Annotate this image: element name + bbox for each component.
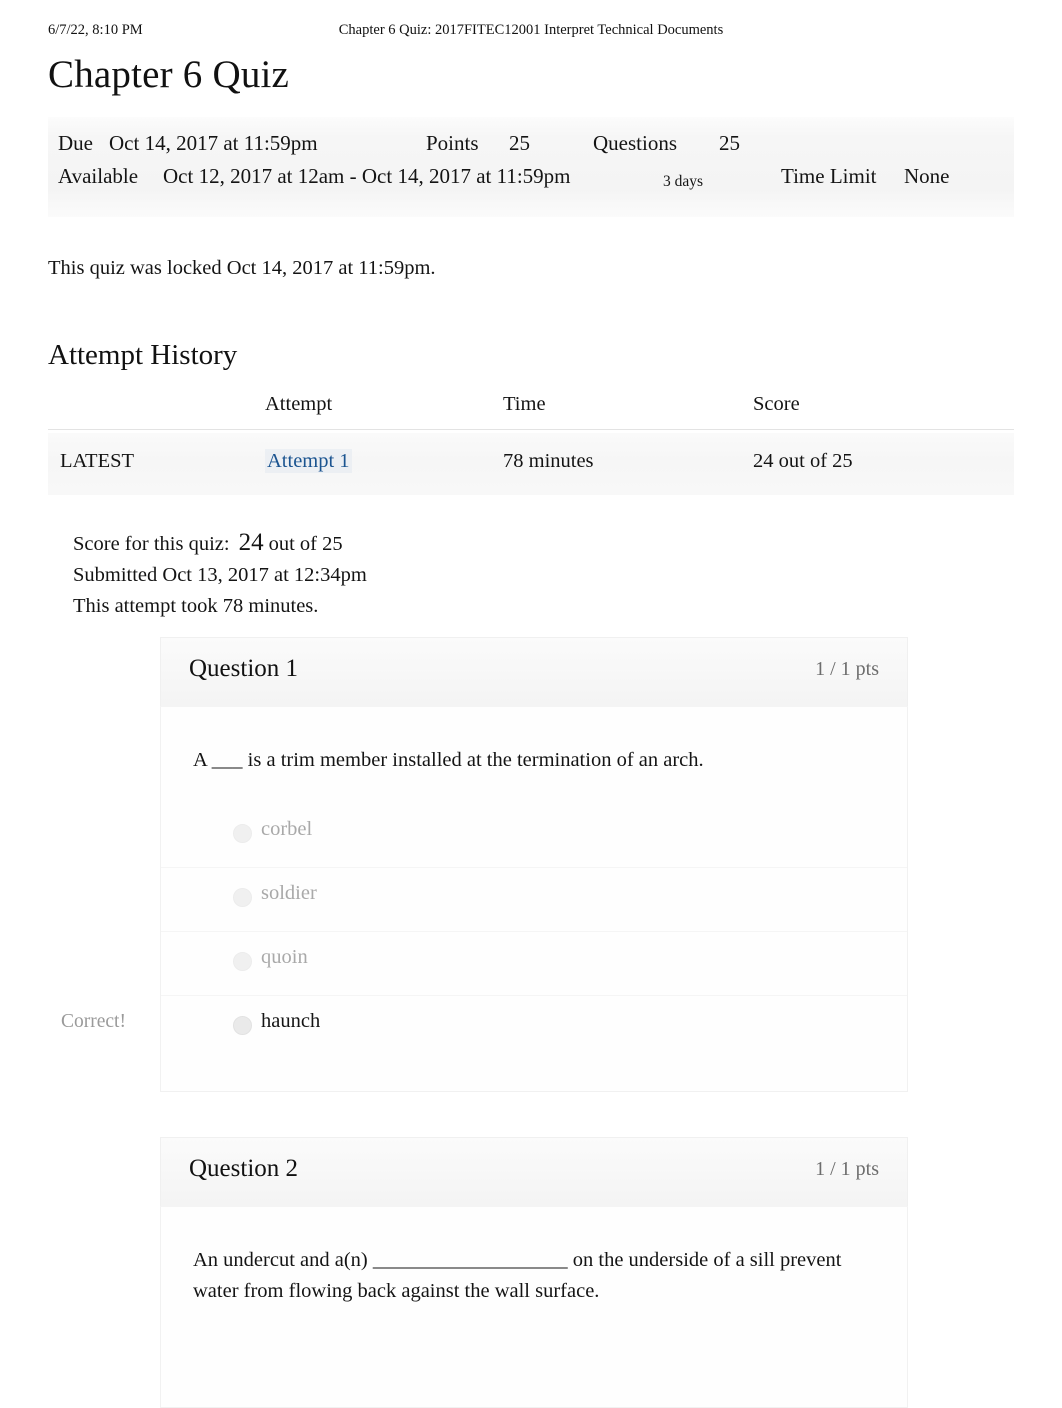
attempt-link[interactable]: Attempt 1	[265, 449, 352, 473]
question-points-1: 1 / 1 pts	[815, 658, 879, 680]
question-card-1: Question 1 1 / 1 pts A ___ is a trim mem…	[61, 637, 908, 1092]
question-body-1: A ___ is a trim member installed at the …	[61, 706, 908, 1092]
due-value: Oct 14, 2017 at 11:59pm	[109, 131, 318, 155]
column-header-attempt: Attempt	[265, 393, 333, 415]
attempt-duration-line: This attempt took 78 minutes.	[73, 595, 319, 617]
answer-option-haunch[interactable]: Correct! haunch	[61, 995, 907, 1059]
answer-verdict-correct: Correct!	[61, 1011, 126, 1032]
quiz-meta-bar: Due Oct 14, 2017 at 11:59pm Points 25 Qu…	[48, 117, 1014, 217]
questions-value: 25	[719, 131, 740, 155]
answer-option-soldier[interactable]: soldier	[161, 867, 907, 931]
quiz-locked-notice: This quiz was locked Oct 14, 2017 at 11:…	[48, 257, 436, 279]
answer-option-corbel[interactable]: corbel	[161, 804, 907, 867]
answer-label: haunch	[261, 1010, 321, 1032]
page-title: Chapter 6 Quiz	[48, 53, 290, 96]
question-title-2: Question 2	[189, 1155, 299, 1182]
score-suffix: out of 25	[268, 533, 343, 555]
question-header-2: Question 2 1 / 1 pts	[160, 1137, 908, 1206]
points-label: Points	[426, 131, 479, 155]
answer-label: quoin	[261, 946, 308, 968]
question-title-1: Question 1	[189, 655, 299, 682]
score-summary: Score for this quiz: 24 out of 25 Submitte…	[73, 527, 773, 622]
question-header-1: Question 1 1 / 1 pts	[160, 637, 908, 706]
table-header-row: Attempt Time Score	[48, 393, 1014, 431]
radio-icon[interactable]	[233, 824, 252, 843]
radio-icon[interactable]	[233, 888, 252, 907]
attempt-history-title: Attempt History	[48, 339, 238, 371]
question-text-2: An undercut and a(n) ___________________…	[193, 1249, 842, 1302]
question-points-2: 1 / 1 pts	[815, 1158, 879, 1180]
points-value: 25	[509, 131, 530, 155]
score-value: 24	[238, 529, 264, 556]
available-duration: 3 days	[663, 173, 704, 190]
attempt-latest-flag: LATEST	[60, 450, 135, 472]
question-card-2: Question 2 1 / 1 pts An undercut and a(n…	[160, 1137, 908, 1408]
column-header-score: Score	[753, 393, 800, 415]
radio-icon-selected[interactable]	[233, 1016, 252, 1035]
print-header-document-title: Chapter 6 Quiz: 2017FITEC12001 Interpret…	[338, 22, 724, 38]
answer-option-quoin[interactable]: quoin	[161, 931, 907, 995]
questions-label: Questions	[593, 131, 677, 155]
submitted-line: Submitted Oct 13, 2017 at 12:34pm	[73, 564, 367, 586]
table-row: LATEST Attempt 1 78 minutes 24 out of 25	[48, 433, 1014, 495]
answer-label: soldier	[261, 882, 317, 904]
answer-list-1: corbel soldier quoin Correct! haunch	[61, 804, 907, 1091]
available-value: Oct 12, 2017 at 12am - Oct 14, 2017 at 1…	[163, 164, 571, 188]
attempt-score: 24 out of 25	[753, 450, 853, 472]
question-text-1: A ___ is a trim member installed at the …	[193, 749, 704, 771]
score-label: Score for this quiz:	[73, 533, 230, 555]
attempt-time: 78 minutes	[503, 450, 594, 472]
available-label: Available	[58, 164, 139, 188]
answer-label: corbel	[261, 818, 313, 840]
time-limit-value: None	[904, 164, 950, 188]
print-header: 6/7/22, 8:10 PM Chapter 6 Quiz: 2017FITE…	[0, 22, 1062, 44]
attempt-history-table: Attempt Time Score LATEST Attempt 1 78 m…	[48, 393, 1014, 495]
question-body-2: An undercut and a(n) ___________________…	[160, 1206, 908, 1408]
score-for-quiz-line: Score for this quiz: 24 out of 25	[73, 527, 773, 560]
time-limit-label: Time Limit	[781, 164, 877, 188]
table-header-divider	[48, 429, 1014, 430]
column-header-time: Time	[503, 393, 546, 415]
due-label: Due	[58, 131, 93, 155]
radio-icon[interactable]	[233, 952, 252, 971]
